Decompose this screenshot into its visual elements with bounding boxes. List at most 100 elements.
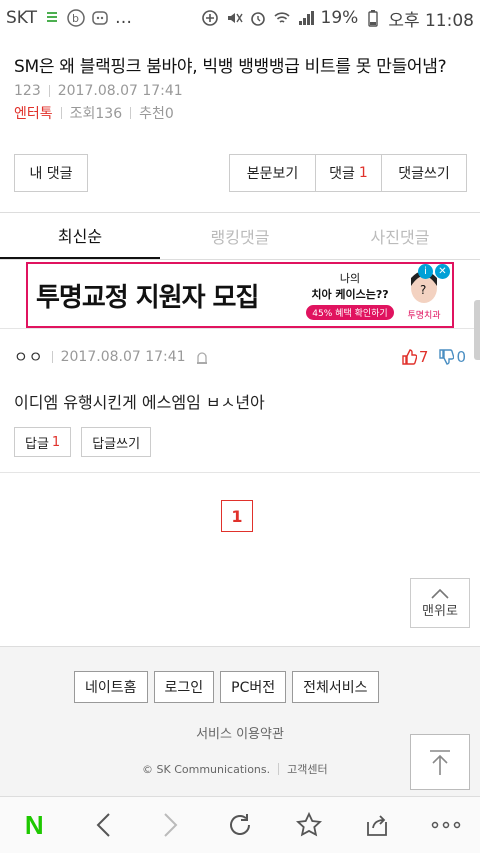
tab-ranking[interactable]: 랭킹댓글: [160, 213, 320, 259]
more-menu-button[interactable]: [426, 805, 466, 845]
ad-brand: 투명치과: [407, 310, 441, 321]
ad-middle: 나의 치아 케이스는?? 45% 혜택 확인하기: [300, 270, 400, 320]
reply-count: 1: [51, 434, 61, 450]
support-link[interactable]: 고객센터: [287, 761, 327, 777]
status-bar: SKT b … 19% 오후 11:08: [0, 0, 480, 36]
view-body-button[interactable]: 본문보기: [229, 154, 315, 192]
write-comment-button[interactable]: 댓글쓰기: [381, 154, 467, 192]
footer-link-pc-version[interactable]: PC버전: [220, 671, 287, 703]
comment-text: 이디엠 유행시킨게 에스엠임 ㅂㅅ년아: [14, 393, 265, 412]
article-datetime: 2017.08.07 17:41: [57, 83, 183, 99]
downvote-count: 0: [456, 347, 466, 366]
wifi-icon: [273, 9, 291, 27]
meta-divider: [60, 107, 62, 119]
article-recommend: 추천0: [139, 106, 174, 122]
thumbs-down-icon: [439, 348, 455, 365]
share-button[interactable]: [357, 805, 397, 845]
reply-button[interactable]: 답글 1: [14, 427, 72, 457]
divider: [0, 472, 480, 473]
comments-label: 댓글: [329, 166, 355, 182]
refresh-button[interactable]: [220, 805, 260, 845]
comment-buttons: 답글 1 답글쓰기: [14, 427, 466, 457]
star-icon: [295, 812, 322, 837]
comment-datetime: 2017.08.07 17:41: [60, 348, 186, 365]
clock: 오후 11:08: [388, 10, 474, 31]
chevron-up-icon: [431, 588, 449, 599]
comments-count: 1: [358, 165, 368, 181]
upvote-count: 7: [418, 347, 429, 366]
naver-home-button[interactable]: N: [14, 805, 54, 845]
mute-icon: [225, 9, 243, 27]
comment-sort-tabs: 최신순 랭킹댓글 사진댓글: [0, 212, 480, 260]
comment-action-group: 본문보기 댓글 1 댓글쓰기: [229, 154, 467, 192]
reply-label: 답글: [25, 436, 49, 452]
meta-divider: [130, 107, 132, 119]
scroll-top-label: 맨위로: [422, 603, 458, 619]
ad-headline: 투명교정 지원자 모집: [36, 282, 259, 313]
downvote-button[interactable]: 0: [438, 348, 466, 366]
comment-user[interactable]: ㅇㅇ: [14, 346, 44, 367]
footer-link-nate-home[interactable]: 네이트홈: [74, 671, 148, 703]
refresh-icon: [230, 814, 250, 835]
footer-links: 네이트홈 로그인 PC버전 전체서비스: [74, 671, 379, 703]
ad-mid-line2: 치아 케이스는??: [311, 288, 389, 301]
chevron-right-icon: [164, 813, 178, 837]
tab-photo[interactable]: 사진댓글: [320, 213, 480, 259]
carrier-label: SKT: [6, 8, 38, 28]
bookmark-button[interactable]: [289, 805, 329, 845]
meta-divider: [51, 350, 53, 363]
upvote-button[interactable]: 7: [401, 347, 429, 366]
battery-icon: [364, 9, 382, 27]
b-app-icon: b: [67, 9, 85, 27]
data-saver-icon: [201, 9, 219, 27]
footer-link-login[interactable]: 로그인: [153, 671, 215, 703]
ad-close-icon[interactable]: ✕: [435, 264, 450, 279]
my-comments-button[interactable]: 내 댓글: [14, 154, 88, 192]
sms-icon: [43, 9, 61, 27]
footer: 네이트홈 로그인 PC버전 전체서비스 서비스 이용약관 © SK Commun…: [0, 646, 480, 796]
app-face-icon: [91, 9, 109, 27]
scroll-top-button[interactable]: 맨위로: [410, 578, 470, 628]
more-dots-icon: [431, 821, 460, 829]
naver-logo-icon: N: [24, 809, 44, 840]
svg-text:?: ?: [420, 283, 426, 297]
ad-badge: i ✕: [418, 264, 450, 279]
ad-info-icon[interactable]: i: [418, 264, 433, 279]
edge-panel-handle[interactable]: [474, 300, 480, 360]
ad-mid-line1: 나의: [339, 272, 361, 285]
terms-link[interactable]: 서비스 이용약관: [0, 723, 480, 742]
comment-meta: ㅇㅇ 2017.08.07 17:41 7 0: [14, 346, 466, 367]
floating-top-button[interactable]: [410, 734, 470, 790]
footer-link-all-services[interactable]: 전체서비스: [292, 671, 379, 703]
share-icon: [367, 815, 387, 836]
tab-latest[interactable]: 최신순: [0, 213, 160, 259]
copyright: © SK Communications.: [142, 762, 271, 776]
article-stats: 엔터톡 조회136 추천0: [14, 103, 474, 123]
forward-button[interactable]: [151, 805, 191, 845]
chevron-left-icon: [96, 813, 110, 837]
signal-icon: [297, 9, 315, 27]
ad-cta-pill: 45% 혜택 확인하기: [306, 305, 394, 320]
article-views: 조회136: [69, 106, 123, 122]
browser-toolbar: N: [0, 796, 480, 853]
comment-votes: 7 0: [401, 348, 466, 366]
article-author[interactable]: 123: [14, 83, 41, 99]
ad-banner[interactable]: 투명교정 지원자 모집 나의 치아 케이스는?? 45% 혜택 확인하기 ? 투…: [26, 262, 454, 328]
thumbs-up-icon: [402, 348, 417, 365]
article-header: SM은 왜 블랙핑크 붐바야, 빅뱅 뱅뱅뱅급 비트를 못 만들어냄? 123 …: [14, 52, 474, 123]
alarm-icon: [249, 9, 267, 27]
comments-button[interactable]: 댓글 1: [315, 154, 381, 192]
report-icon[interactable]: [196, 351, 208, 364]
article-title: SM은 왜 블랙핑크 붐바야, 빅뱅 뱅뱅뱅급 비트를 못 만들어냄?: [14, 57, 447, 77]
article-meta: 123 2017.08.07 17:41: [14, 83, 474, 99]
comment-item: ㅇㅇ 2017.08.07 17:41 7 0 이디엠 유행시킨게 에스엠임 ㅂ…: [14, 346, 466, 457]
battery-percent: 19%: [320, 8, 359, 28]
arrow-up-icon: [430, 750, 450, 775]
write-reply-button[interactable]: 답글쓰기: [81, 427, 152, 457]
copyright-row: © SK Communications. 고객센터: [142, 761, 328, 777]
meta-divider: [278, 763, 280, 775]
article-category[interactable]: 엔터톡: [14, 103, 53, 123]
page-current[interactable]: 1: [221, 500, 253, 532]
divider: [0, 328, 480, 329]
back-button[interactable]: [83, 805, 123, 845]
